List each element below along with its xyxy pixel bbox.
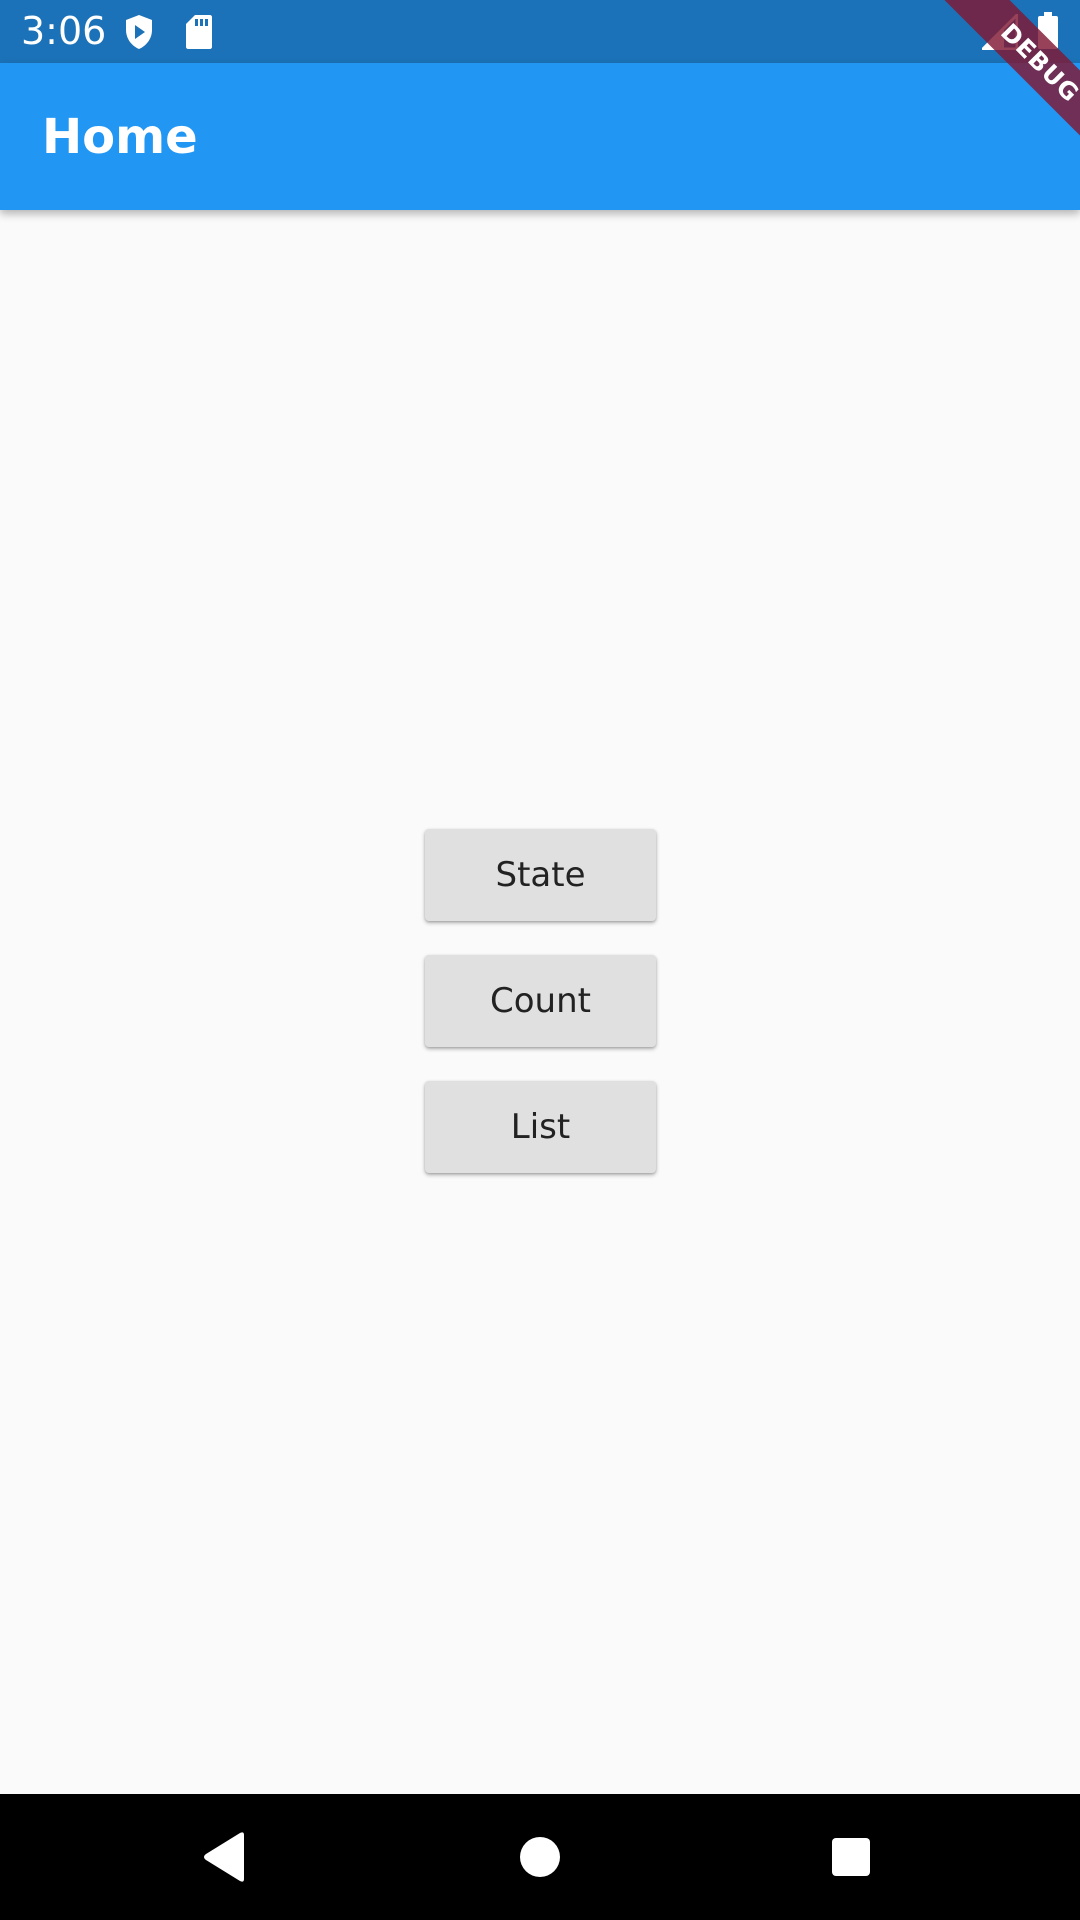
signal-icon (979, 11, 1019, 55)
navigation-bar (0, 1794, 1080, 1920)
play-protect-icon (124, 14, 154, 55)
list-button[interactable]: List (425, 1081, 656, 1173)
status-time: 3:06 (21, 9, 107, 53)
status-bar: 3:06 (0, 0, 1080, 63)
app-bar: Home (0, 63, 1080, 210)
battery-icon (1037, 12, 1059, 55)
state-button[interactable]: State (425, 829, 656, 921)
count-button[interactable]: Count (425, 955, 656, 1047)
recents-icon[interactable] (818, 1824, 884, 1890)
sd-card-icon (185, 14, 213, 55)
home-icon[interactable] (507, 1824, 573, 1890)
back-icon[interactable] (192, 1824, 258, 1890)
main-content: State Count List (0, 210, 1080, 1794)
page-title: Home (42, 109, 198, 165)
screen: 3:06 Home DEBUG State Count List (0, 0, 1080, 1920)
